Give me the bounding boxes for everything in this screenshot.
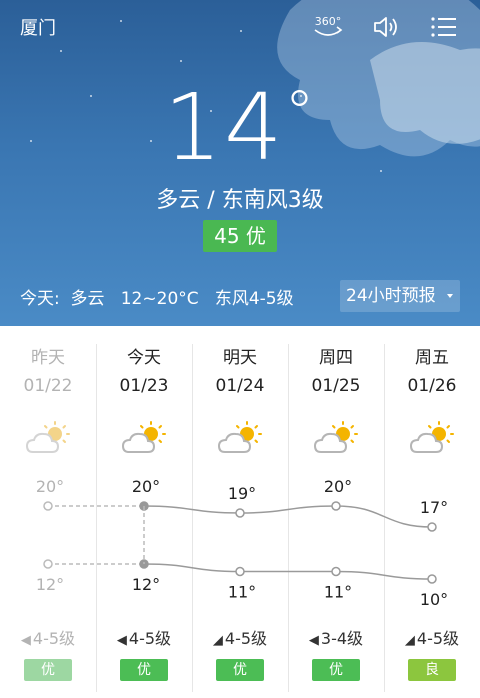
high-temp-point bbox=[139, 501, 149, 511]
day-name: 周四 bbox=[319, 348, 353, 368]
current-temperature: 14° bbox=[0, 74, 480, 181]
high-temp-label: 20° bbox=[324, 477, 352, 496]
weather-condition: 多云 / 东南风3级 bbox=[156, 188, 324, 213]
wind-level: ◢ 4-5级 bbox=[192, 625, 288, 649]
day-date: 01/25 bbox=[311, 376, 361, 396]
low-temp-point bbox=[139, 559, 149, 569]
low-temp-point bbox=[331, 566, 341, 577]
partly-cloudy-icon bbox=[24, 421, 72, 457]
day-date: 01/23 bbox=[119, 376, 169, 396]
day-date: 01/24 bbox=[215, 376, 265, 396]
high-temp-label: 17° bbox=[420, 498, 448, 517]
low-temp-label: 11° bbox=[228, 583, 256, 602]
low-temp-label: 10° bbox=[420, 590, 448, 609]
wind-level-text: 4-5级 bbox=[224, 629, 268, 648]
low-temp-point bbox=[427, 574, 437, 584]
chevron-down-icon bbox=[447, 294, 453, 298]
high-temp-point bbox=[427, 522, 437, 532]
wind-direction-icon: ◢ bbox=[404, 633, 415, 648]
day-name: 明天 bbox=[223, 348, 257, 368]
high-temp-point bbox=[235, 508, 245, 518]
low-temp-point bbox=[43, 559, 53, 569]
day-name: 今天 bbox=[127, 348, 161, 368]
high-temp-label: 20° bbox=[132, 477, 160, 496]
day-name: 周五 bbox=[415, 348, 449, 368]
temperature-value: 14 bbox=[163, 74, 285, 181]
partly-cloudy-icon bbox=[312, 421, 360, 457]
partly-cloudy-icon bbox=[120, 421, 168, 457]
wind-direction-icon: ◢ bbox=[212, 633, 223, 648]
air-quality-badge[interactable]: 优 bbox=[24, 659, 72, 681]
low-temp-point bbox=[235, 566, 245, 577]
day-date: 01/22 bbox=[23, 376, 73, 396]
menu-icon[interactable] bbox=[426, 12, 462, 42]
wind-direction-icon: ◀ bbox=[116, 633, 127, 648]
air-quality-badge[interactable]: 优 bbox=[216, 659, 264, 681]
day-name: 昨天 bbox=[31, 348, 65, 368]
low-temp-label: 11° bbox=[324, 583, 352, 602]
air-quality-badge[interactable]: 优 bbox=[312, 659, 360, 681]
high-temp-label: 20° bbox=[36, 477, 64, 496]
wind-level: ◀ 3-4级 bbox=[288, 625, 384, 649]
low-temp-label: 12° bbox=[132, 575, 160, 594]
wind-level: ◀ 4-5级 bbox=[0, 625, 96, 649]
top-toolbar: 360° bbox=[310, 12, 462, 42]
360-view-label: 360° bbox=[315, 15, 342, 28]
wind-level-text: 3-4级 bbox=[320, 629, 364, 648]
24h-forecast-label: 24小时预报 bbox=[346, 286, 436, 306]
low-temp-label: 12° bbox=[36, 575, 64, 594]
wind-level-text: 4-5级 bbox=[128, 629, 172, 648]
24h-forecast-button[interactable]: 24小时预报 bbox=[340, 280, 460, 312]
today-summary: 今天: 多云 12~20°C 东风4-5级 bbox=[20, 289, 294, 309]
wind-level-text: 4-5级 bbox=[416, 629, 460, 648]
wind-direction-icon: ◀ bbox=[308, 633, 319, 648]
air-quality-badge[interactable]: 优 bbox=[120, 659, 168, 681]
air-quality-badge[interactable]: 良 bbox=[408, 659, 456, 681]
partly-cloudy-icon bbox=[408, 421, 456, 457]
wind-direction-icon: ◀ bbox=[20, 633, 31, 648]
wind-level-text: 4-5级 bbox=[32, 629, 76, 648]
high-temp-point bbox=[43, 501, 53, 511]
partly-cloudy-icon bbox=[216, 421, 264, 457]
wind-level: ◢ 4-5级 bbox=[384, 625, 480, 649]
current-weather-panel: 厦门 360° 14° 多云 / 东南风3级 45 优 今天: 多云 12~20… bbox=[0, 0, 480, 326]
wind-level: ◀ 4-5级 bbox=[96, 625, 192, 649]
day-date: 01/26 bbox=[407, 376, 457, 396]
360-view-icon[interactable]: 360° bbox=[310, 12, 346, 42]
city-name[interactable]: 厦门 bbox=[20, 14, 56, 40]
degree-symbol: ° bbox=[284, 78, 317, 148]
aqi-badge[interactable]: 45 优 bbox=[203, 220, 277, 252]
high-temp-label: 19° bbox=[228, 484, 256, 503]
high-temp-point bbox=[331, 501, 341, 511]
speaker-icon[interactable] bbox=[368, 12, 404, 42]
